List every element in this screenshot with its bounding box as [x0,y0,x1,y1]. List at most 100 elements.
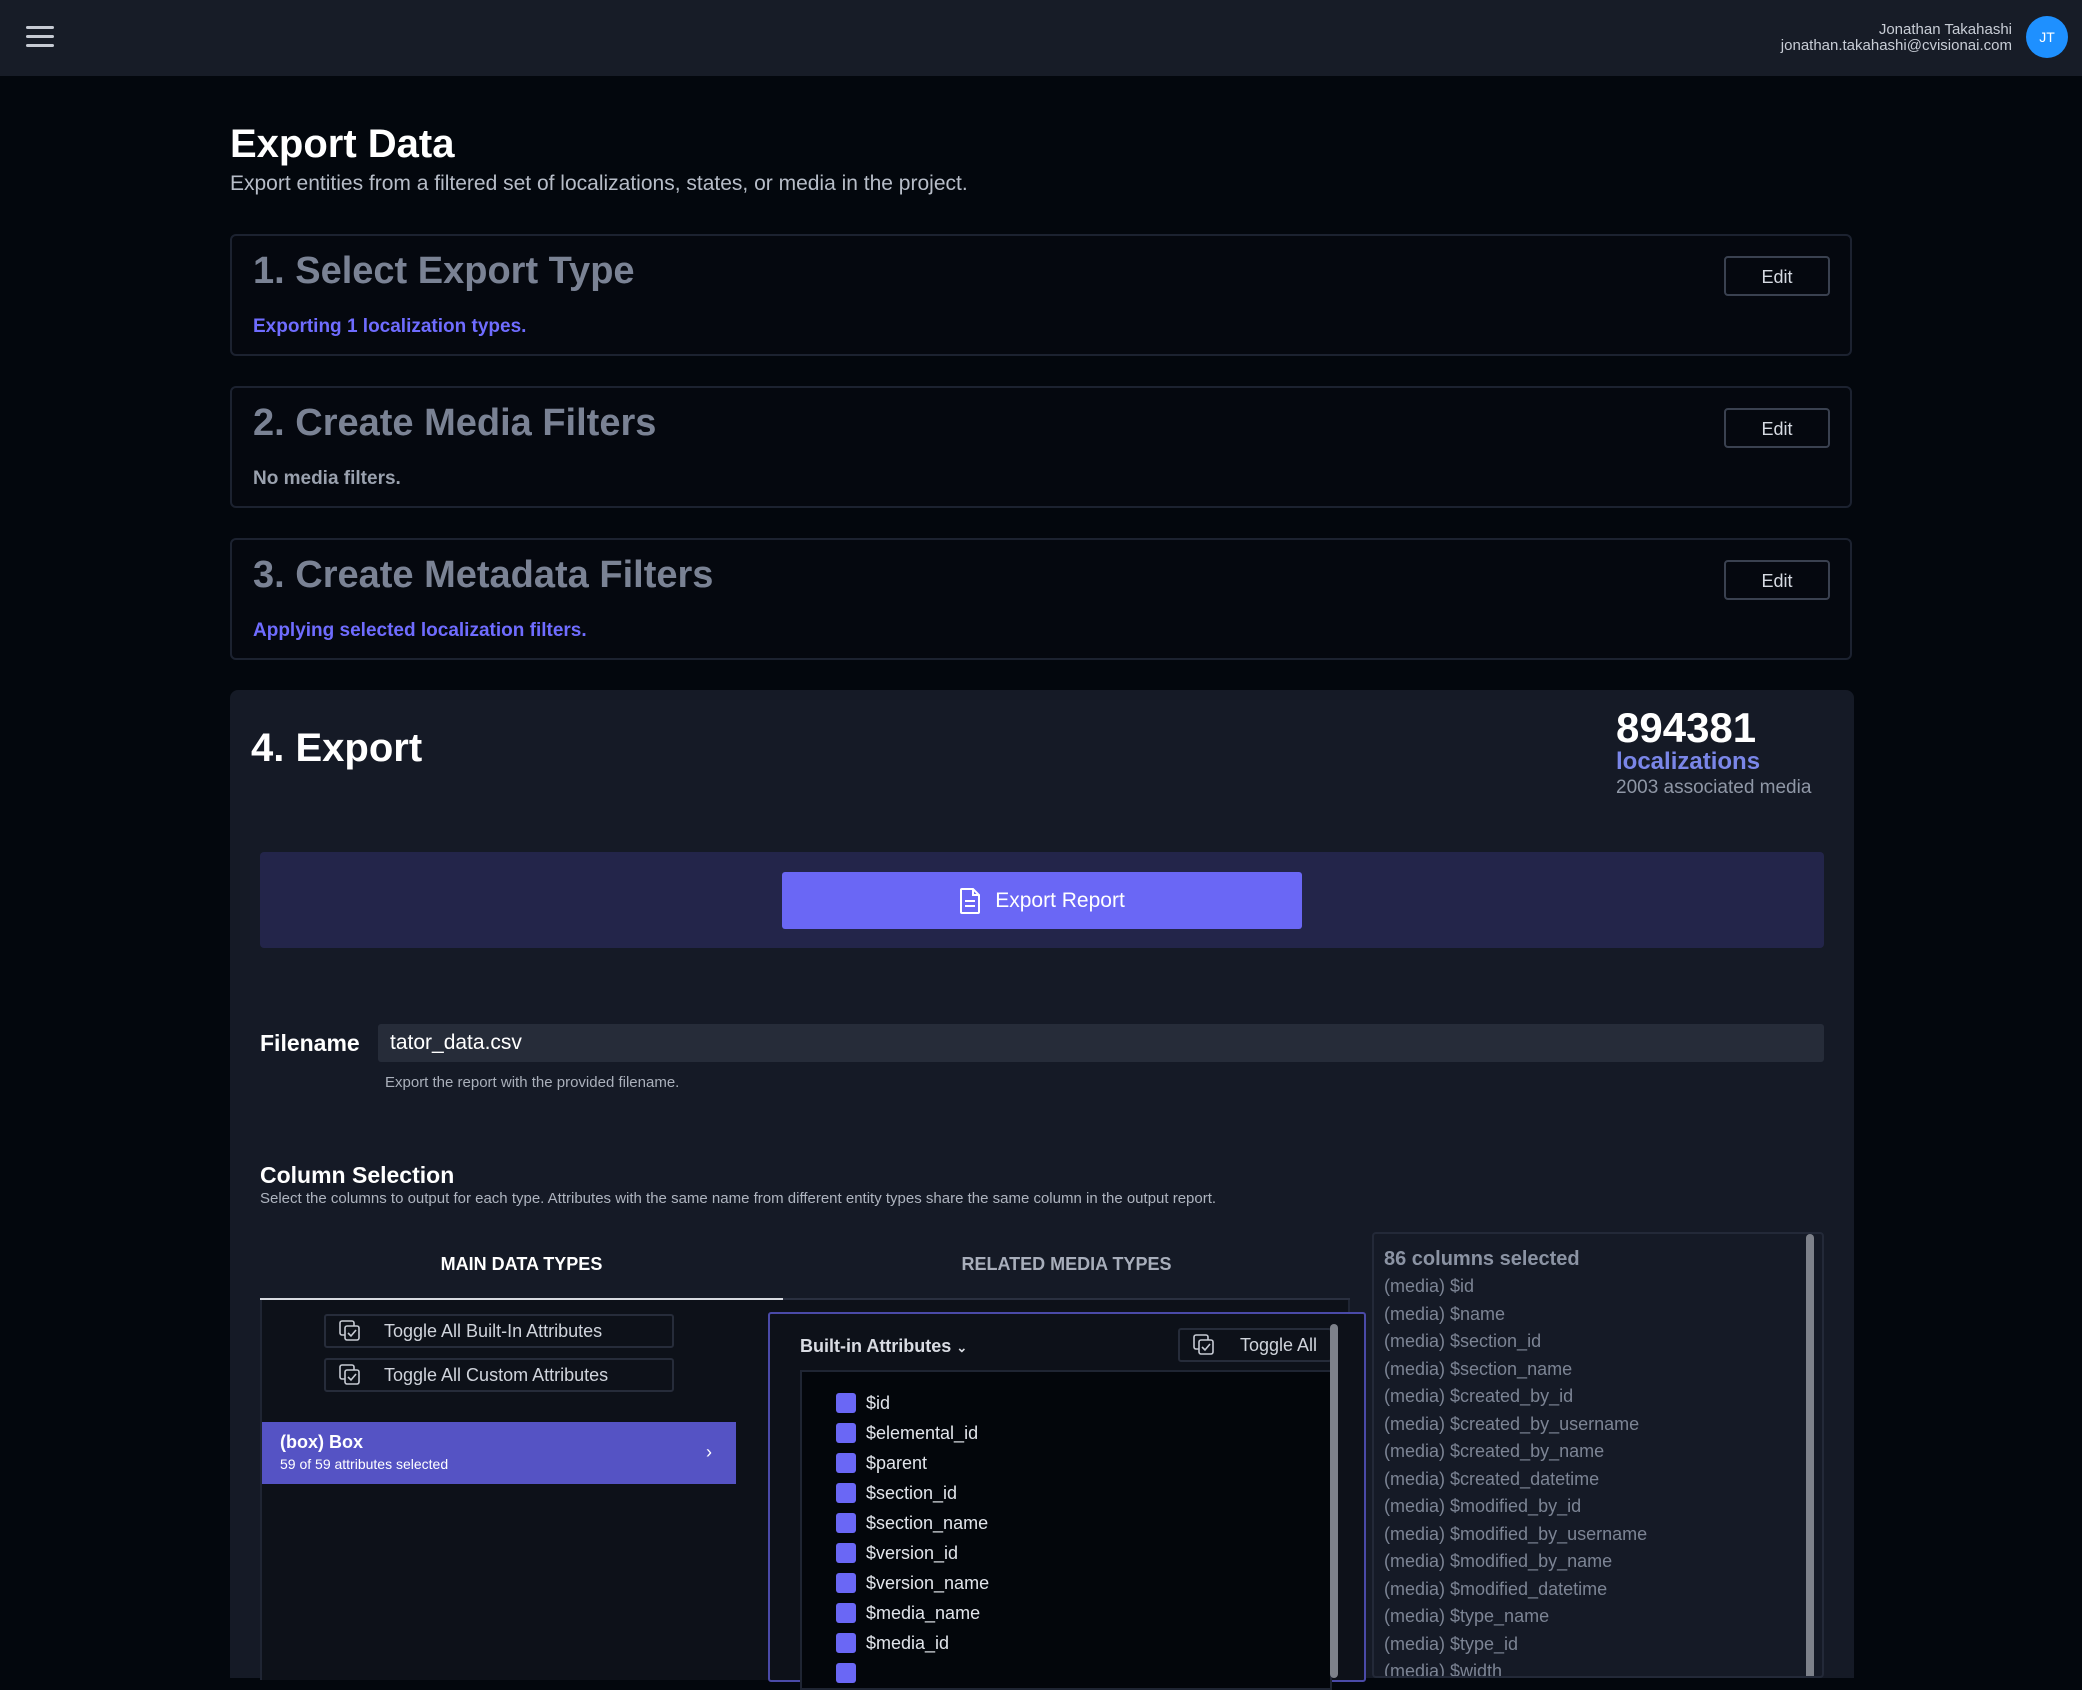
edit-button[interactable]: Edit [1724,256,1830,296]
attribute-label: $id [866,1392,891,1413]
attribute-row[interactable]: $section_name [836,1508,988,1538]
checkbox[interactable] [836,1483,856,1503]
types-panel: Toggle All Built-In Attributes Toggle Al… [260,1300,1366,1690]
selected-columns-panel: 86 columns selected (media) $id (media) … [1372,1232,1824,1678]
checkbox[interactable] [836,1573,856,1593]
attribute-label: $media_name [866,1602,981,1623]
selected-column-item: (media) $section_id [1384,1331,1542,1351]
attribute-label: $section_name [866,1512,989,1533]
attribute-label: $version_name [866,1572,990,1593]
step-note: No media filters. [253,468,401,489]
filename-label: Filename [260,1030,360,1056]
count-number: 894381 [1616,704,1757,751]
checkbox[interactable] [836,1393,856,1413]
step-title: 3. Create Metadata Filters [253,554,714,596]
type-item-box[interactable]: (box) Box 59 of 59 attributes selected › [262,1422,736,1484]
checkbox[interactable] [836,1513,856,1533]
checkbox[interactable] [836,1603,856,1623]
selected-columns-scrollbar[interactable] [1806,1234,1814,1676]
export-report-label: Export Report [995,888,1125,912]
attribute-label: $version_id [866,1542,959,1563]
selected-column-item: (media) $created_by_id [1384,1386,1574,1406]
selected-column-item: (media) $created_datetime [1384,1469,1600,1489]
result-count: 894381 localizations 2003 associated med… [1616,706,1811,802]
attribute-row[interactable]: $parent [836,1448,927,1478]
toggle-builtin-label: Toggle All Built-In Attributes [384,1321,603,1341]
attribute-row[interactable]: $version_id [836,1538,958,1568]
toggle-checkbox-icon [339,1320,360,1341]
tab-related-media-types[interactable]: RELATED MEDIA TYPES [805,1230,1328,1298]
attribute-row[interactable] [836,1658,856,1688]
selected-column-item: (media) $type_id [1384,1634,1519,1654]
selected-columns-title: 86 columns selected [1384,1248,1580,1270]
chevron-right-icon: › [706,1442,712,1462]
toggle-checkbox-icon [1193,1334,1214,1355]
attribute-label: $media_id [866,1632,950,1653]
user-email: jonathan.takahashi@cvisionai.com [1780,37,2012,54]
checkbox[interactable] [836,1453,856,1473]
top-bar: Jonathan Takahashi jonathan.takahashi@cv… [0,0,2082,76]
builtin-attributes-label: Built-in Attributes [800,1336,952,1356]
edit-button[interactable]: Edit [1724,408,1830,448]
attribute-row[interactable]: $media_id [836,1628,949,1658]
type-item-count: 59 of 59 attributes selected [280,1456,449,1472]
attribute-row[interactable]: $section_id [836,1478,957,1508]
attribute-row[interactable]: $id [836,1388,890,1418]
chevron-down-icon: ⌄ [956,1340,968,1355]
avatar[interactable]: JT [2026,16,2068,58]
step-title: 2. Create Media Filters [253,402,657,444]
user-name: Jonathan Takahashi [1878,21,2012,38]
selected-column-item: (media) $modified_by_id [1384,1496,1582,1516]
edit-button[interactable]: Edit [1724,560,1830,600]
column-selection-description: Select the columns to output for each ty… [260,1190,1217,1207]
export-report-button[interactable]: Export Report [782,872,1302,929]
builtin-attributes-dropdown[interactable]: Built-in Attributes ⌄ [800,1336,967,1357]
tab-main-data-types[interactable]: MAIN DATA TYPES [260,1230,783,1301]
checkbox[interactable] [836,1633,856,1653]
toggle-checkbox-icon [339,1364,360,1385]
page-title: Export Data [230,122,455,166]
count-unit: localizations [1616,748,1761,775]
step-note: Exporting 1 localization types. [253,316,527,337]
type-item-name: (box) Box [280,1432,363,1452]
export-title: 4. Export [251,726,423,770]
selected-column-item: (media) $type_name [1384,1606,1550,1626]
toggle-custom-label: Toggle All Custom Attributes [384,1365,609,1385]
filename-input[interactable] [378,1024,1824,1062]
attribute-list-scrollbar[interactable] [1330,1324,1338,1678]
selected-column-item: (media) $modified_datetime [1384,1579,1608,1599]
column-selection-title: Column Selection [260,1162,455,1188]
step-media-filters: 2. Create Media Filters Edit No media fi… [230,386,1852,508]
toggle-builtin-button[interactable]: Toggle All Built-In Attributes [324,1314,674,1348]
attribute-label: $elemental_id [866,1422,979,1443]
attributes-box: Built-in Attributes ⌄ Toggle All $id $el… [768,1312,1366,1690]
page-subtitle: Export entities from a filtered set of l… [230,172,968,195]
attribute-row[interactable]: $media_name [836,1598,980,1628]
data-type-tabs: MAIN DATA TYPES RELATED MEDIA TYPES [260,1230,1350,1301]
step-metadata-filters: 3. Create Metadata Filters Edit Applying… [230,538,1852,660]
selected-column-item: (media) $id [1384,1276,1475,1296]
selected-column-item: (media) $section_name [1384,1359,1573,1379]
selected-column-item: (media) $name [1384,1304,1506,1324]
attribute-row[interactable]: $version_name [836,1568,989,1598]
attribute-list: $id $elemental_id $parent $section_id $s… [800,1370,1332,1690]
selected-column-item: (media) $width [1384,1661,1503,1678]
user-info: Jonathan Takahashi jonathan.takahashi@cv… [1781,22,2012,54]
checkbox[interactable] [836,1423,856,1443]
report-bar: Export Report [260,852,1824,948]
toggle-custom-button[interactable]: Toggle All Custom Attributes [324,1358,674,1392]
hamburger-menu-icon[interactable] [26,26,54,50]
filename-help: Export the report with the provided file… [385,1074,680,1091]
selected-column-item: (media) $modified_by_name [1384,1551,1613,1571]
attribute-row[interactable]: $elemental_id [836,1418,978,1448]
attribute-label: $parent [866,1452,928,1473]
checkbox[interactable] [836,1663,856,1683]
toggle-all-button[interactable]: Toggle All [1178,1328,1332,1362]
document-icon [960,887,981,914]
selected-column-item: (media) $modified_by_username [1384,1524,1648,1544]
selected-column-item: (media) $created_by_username [1384,1414,1640,1434]
step-note: Applying selected localization filters. [253,620,587,641]
checkbox[interactable] [836,1543,856,1563]
step-title: 1. Select Export Type [253,250,635,292]
selected-column-item: (media) $created_by_name [1384,1441,1605,1461]
